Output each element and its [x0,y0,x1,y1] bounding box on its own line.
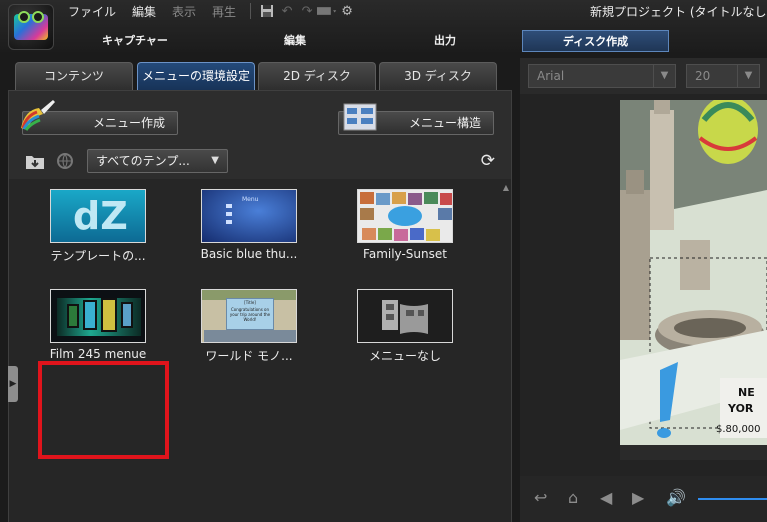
volume-slider[interactable] [698,498,767,500]
undo-icon[interactable]: ↶ [277,3,297,19]
redo-icon[interactable]: ↷ [297,3,317,19]
template-item[interactable]: dZ テンプレートの... [36,189,160,264]
project-title: 新規プロジェクト (タイトルなし [590,5,767,19]
template-label: テンプレートの... [50,249,146,263]
refresh-icon[interactable]: ⟳ [481,151,495,171]
dropdown-arrow-icon: ▼ [211,155,219,166]
template-thumbnail [50,289,146,343]
dropdown-arrow-icon: ▼ [737,65,759,87]
preview-pane: Arial ▼ 20 ▼ NE YOR $.80,000 ↩ ⌂ ◀ ▶ 🔊 [520,58,767,522]
font-size-value: 20 [695,69,711,83]
font-toolbar: Arial ▼ 20 ▼ [520,58,767,94]
tab-content[interactable]: コンテンツ [15,62,133,90]
volume-icon[interactable]: 🔊 [666,488,686,507]
gallery-scrollbar[interactable]: ▲ [499,179,511,522]
menu-structure-icon [343,103,377,131]
menu-bar: ファイル 編集 表示 再生 ↶ ↷ ⚙ [60,3,357,19]
template-label: ワールド モノ... [205,349,293,363]
menu-file[interactable]: ファイル [60,3,124,20]
previous-icon[interactable]: ◀ [600,488,612,507]
template-label: Family-Sunset [363,247,447,261]
app-window: ファイル 編集 表示 再生 ↶ ↷ ⚙ 新規プロジェクト (タイトルなし キャプ… [0,0,767,522]
tab-2d-disc[interactable]: 2D ディスク [258,62,376,90]
dropdown-arrow-icon: ▼ [653,65,675,87]
scroll-up-icon[interactable]: ▲ [503,183,509,192]
mode-edit[interactable]: 編集 [220,30,370,52]
menu-settings-panel: メニュー作成 メニュー構造 すべてのテンプ... ▼ ⟳ dZ テンプレートの.… [8,90,512,522]
template-item[interactable]: [Title] Congratulations on your trip aro… [187,289,311,364]
preview-scene: NE YOR $.80,000 [620,100,767,460]
mode-output[interactable]: 出力 [370,30,520,52]
font-family-select[interactable]: Arial ▼ [528,64,676,88]
thumb-world-header: [Title] [244,300,256,305]
import-template-icon[interactable] [25,151,45,171]
thumb-title: Menu [242,196,259,203]
online-template-icon[interactable] [55,151,75,171]
create-menu-button[interactable]: メニュー作成 [21,100,178,135]
home-icon[interactable]: ⌂ [568,488,578,507]
template-item[interactable]: Menu Basic blue thu... [187,189,311,261]
thumb-world-body: Congratulations on your trip around the … [229,307,271,322]
template-label: Basic blue thu... [200,247,298,261]
tab-menu-settings[interactable]: メニューの環境設定 [137,62,255,90]
no-menu-icon [382,300,428,334]
template-thumbnail: Menu [201,189,297,243]
template-filter-value: すべてのテンプ... [96,154,190,168]
menu-structure-button[interactable]: メニュー構造 [338,103,494,135]
tab-3d-disc[interactable]: 3D ディスク [379,62,497,90]
reel-icon [18,11,30,23]
font-size-select[interactable]: 20 ▼ [686,64,760,88]
return-icon[interactable]: ↩ [534,488,547,507]
playback-controls: ↩ ⌂ ◀ ▶ 🔊 [520,476,767,522]
menu-preview[interactable]: NE YOR $.80,000 [620,100,767,460]
template-thumbnail [357,289,453,343]
template-label: Film 245 menue [49,347,147,361]
title-bar: ファイル 編集 表示 再生 ↶ ↷ ⚙ 新規プロジェクト (タイトルなし キャプ… [0,0,767,52]
template-filter-dropdown[interactable]: すべてのテンプ... ▼ [87,149,228,173]
mode-switcher: キャプチャー 編集 出力 ディスク作成 [60,30,767,52]
create-menu-label: メニュー作成 [92,116,165,130]
template-thumbnail: dZ [50,189,146,243]
menu-view[interactable]: 表示 [164,3,204,20]
mode-capture[interactable]: キャプチャー [60,30,210,52]
font-family-value: Arial [537,69,565,83]
price-text: $.80,000 [716,424,761,435]
sign-text-1: NE [738,386,755,399]
panel-expand-handle[interactable]: ▶ [8,366,18,402]
template-gallery: dZ テンプレートの... Menu Basic blue thu... Fam… [9,179,501,522]
template-item[interactable]: Family-Sunset [343,189,467,261]
template-item[interactable]: Film 245 menue [36,289,160,361]
template-thumbnail: [Title] Congratulations on your trip aro… [201,289,297,343]
screen-icon[interactable] [317,3,337,19]
menu-edit[interactable]: 編集 [124,3,164,20]
app-logo[interactable] [8,4,54,50]
next-icon[interactable]: ▶ [632,488,644,507]
gear-icon[interactable]: ⚙ [337,3,357,19]
tab-bar: コンテンツ メニューの環境設定 2D ディスク 3D ディスク [0,58,513,92]
reel-icon [32,11,44,23]
menu-divider [250,3,252,19]
template-thumbnail [357,189,453,243]
menu-play[interactable]: 再生 [204,3,244,20]
selection-highlight [38,361,169,459]
mode-disc[interactable]: ディスク作成 [522,30,669,52]
menu-structure-label: メニュー構造 [408,116,481,130]
save-icon[interactable] [257,3,277,19]
sign-text-2: YOR [727,402,754,415]
template-label: メニューなし [368,349,441,363]
paintbrush-icon [21,100,55,131]
template-item[interactable]: メニューなし [343,289,467,364]
dz-logo: dZ [73,194,128,238]
template-toolbar: すべてのテンプ... ▼ ⟳ [9,147,513,175]
